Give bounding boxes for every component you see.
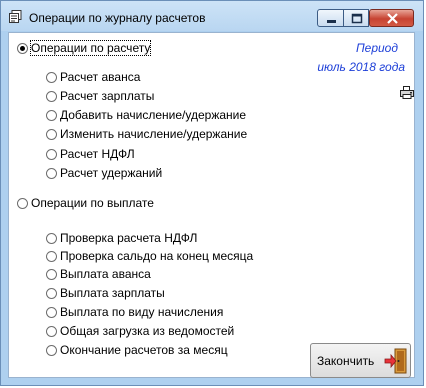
radio-label: Расчет удержаний xyxy=(60,166,163,180)
radio-label: Изменить начисление/удержание xyxy=(60,127,248,141)
radio-label: Выплата зарплаты xyxy=(60,286,165,300)
radio-pay-by-accrual-type[interactable]: Выплата по виду начисления xyxy=(46,305,223,319)
radio-label: Операции по выплате xyxy=(31,196,154,210)
maximize-button[interactable] xyxy=(343,9,369,27)
printer-lock-icon[interactable] xyxy=(400,86,414,99)
minimize-button[interactable] xyxy=(317,9,344,27)
radio-label: Расчет НДФЛ xyxy=(60,147,135,161)
radio-load-from-statements[interactable]: Общая загрузка из ведомостей xyxy=(46,324,234,338)
radio-deductions-calculation[interactable]: Расчет удержаний xyxy=(46,166,162,180)
radio-button[interactable] xyxy=(46,232,57,244)
radio-add-accrual[interactable]: Добавить начисление/удержание xyxy=(46,108,246,122)
radio-button[interactable] xyxy=(46,148,57,160)
close-button[interactable] xyxy=(369,9,414,27)
radio-edit-accrual[interactable]: Изменить начисление/удержание xyxy=(46,127,247,141)
radio-button[interactable] xyxy=(17,42,28,54)
finish-button-label: Закончить xyxy=(317,354,375,368)
radio-label: Проверка сальдо на конец месяца xyxy=(60,249,254,263)
period-label: Период xyxy=(355,41,398,55)
radio-check-ndfl[interactable]: Проверка расчета НДФЛ xyxy=(46,231,197,245)
radio-label: Проверка расчета НДФЛ xyxy=(60,231,198,245)
radio-check-balance[interactable]: Проверка сальдо на конец месяца xyxy=(46,249,253,263)
radio-button[interactable] xyxy=(46,109,57,121)
radio-label: Расчет аванса xyxy=(60,70,141,84)
close-icon xyxy=(387,13,398,24)
radio-label: Общая загрузка из ведомостей xyxy=(60,324,235,338)
radio-button[interactable] xyxy=(46,325,57,337)
radio-label: Добавить начисление/удержание xyxy=(60,108,247,122)
maximize-icon xyxy=(351,13,363,24)
finish-button[interactable]: Закончить xyxy=(310,343,411,378)
radio-button[interactable] xyxy=(46,128,57,140)
app-icon xyxy=(9,10,22,23)
exit-door-icon xyxy=(384,348,407,374)
radio-operations-payment[interactable]: Операции по выплате xyxy=(17,196,154,210)
radio-pay-salary[interactable]: Выплата зарплаты xyxy=(46,286,165,300)
radio-button[interactable] xyxy=(46,250,57,262)
dialog-content: Операции по расчету Расчет аванса Расчет… xyxy=(8,32,415,378)
radio-button[interactable] xyxy=(46,167,57,179)
radio-label: Выплата аванса xyxy=(60,267,151,281)
period-value: июль 2018 года xyxy=(317,60,405,74)
radio-button[interactable] xyxy=(17,197,28,209)
radio-button[interactable] xyxy=(46,306,57,318)
dialog-window: Операции по журналу расчетов Операции по… xyxy=(0,0,424,386)
radio-button[interactable] xyxy=(46,344,57,356)
radio-button[interactable] xyxy=(46,71,57,83)
radio-pay-advance[interactable]: Выплата аванса xyxy=(46,267,151,281)
window-title: Операции по журналу расчетов xyxy=(29,11,206,25)
radio-salary-calculation[interactable]: Расчет зарплаты xyxy=(46,89,154,103)
radio-label: Операции по расчету xyxy=(29,40,152,56)
radio-button[interactable] xyxy=(46,90,57,102)
radio-ndfl-calculation[interactable]: Расчет НДФЛ xyxy=(46,147,135,161)
radio-operations-calculation[interactable]: Операции по расчету xyxy=(17,40,152,56)
radio-label: Окончание расчетов за месяц xyxy=(60,343,228,357)
radio-label: Расчет зарплаты xyxy=(60,89,155,103)
radio-advance-calculation[interactable]: Расчет аванса xyxy=(46,70,140,84)
radio-button[interactable] xyxy=(46,287,57,299)
radio-label: Выплата по виду начисления xyxy=(60,305,224,319)
radio-button[interactable] xyxy=(46,268,57,280)
minimize-icon xyxy=(327,20,336,23)
title-bar[interactable]: Операции по журналу расчетов xyxy=(1,1,423,31)
radio-close-month[interactable]: Окончание расчетов за месяц xyxy=(46,343,228,357)
